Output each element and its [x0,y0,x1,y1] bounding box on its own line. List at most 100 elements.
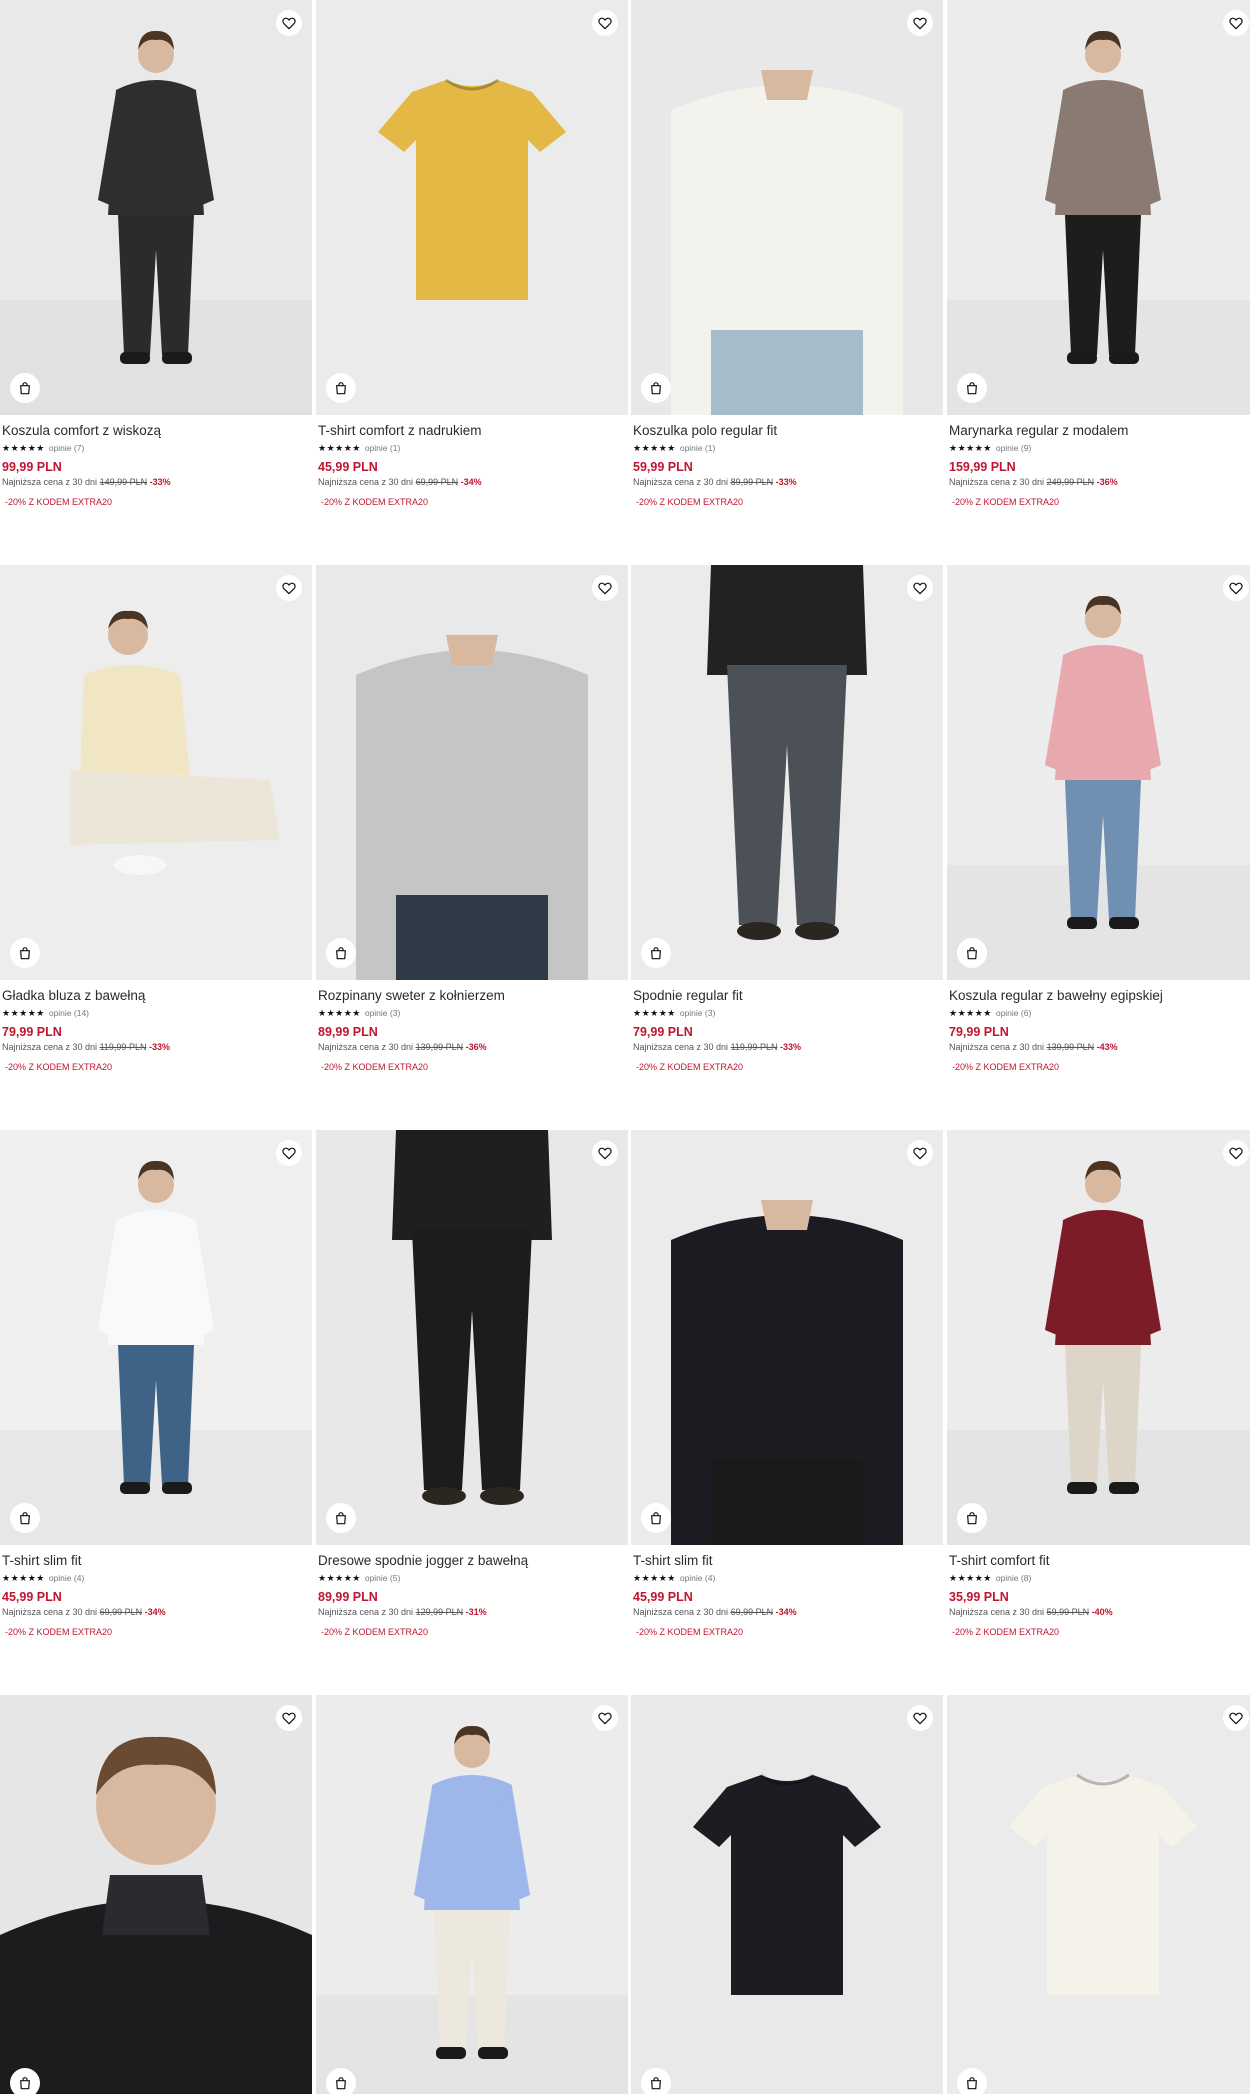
product-name[interactable]: T-shirt comfort z nadrukiem [318,422,626,440]
heart-icon-glyph [1228,580,1244,596]
heart-icon-glyph [597,15,613,31]
review-count[interactable]: opinie (14) [49,1008,89,1018]
heart-icon[interactable] [1223,575,1249,601]
product-name[interactable]: Spodnie regular fit [633,987,941,1005]
review-count[interactable]: opinie (9) [996,443,1031,453]
shopping-bag-icon[interactable] [10,2068,40,2094]
product-image[interactable] [0,565,312,980]
star-icon: ★★★★★ [2,1572,45,1583]
product-photo[interactable] [0,0,312,415]
heart-icon[interactable] [907,1140,933,1166]
heart-icon[interactable] [276,10,302,36]
product-image[interactable] [316,565,628,980]
shopping-bag-icon[interactable] [326,938,356,968]
shopping-bag-icon[interactable] [957,373,987,403]
shopping-bag-icon[interactable] [957,1503,987,1533]
product-photo[interactable] [947,565,1250,980]
product-image[interactable] [0,1695,312,2094]
bag-icon-glyph [17,380,33,396]
heart-icon[interactable] [276,1140,302,1166]
product-name[interactable]: T-shirt slim fit [2,1552,310,1570]
product-name[interactable]: Gładka bluza z bawełną [2,987,310,1005]
shopping-bag-icon[interactable] [326,1503,356,1533]
review-count[interactable]: opinie (7) [49,443,84,453]
product-photo[interactable] [947,0,1250,415]
product-photo[interactable] [631,1695,943,2094]
product-image[interactable] [0,1130,312,1545]
product-name[interactable]: Koszula comfort z wiskozą [2,422,310,440]
heart-icon-glyph [1228,15,1244,31]
shopping-bag-icon[interactable] [326,2068,356,2094]
product-name[interactable]: Koszulka polo regular fit [633,422,941,440]
product-name[interactable]: T-shirt comfort fit [949,1552,1250,1570]
review-count[interactable]: opinie (6) [996,1008,1031,1018]
product-photo[interactable] [947,1130,1250,1545]
product-image[interactable] [631,1130,943,1545]
heart-icon[interactable] [592,1140,618,1166]
product-photo[interactable] [0,1130,312,1545]
heart-icon[interactable] [907,10,933,36]
product-image[interactable] [631,1695,943,2094]
product-image[interactable] [947,1695,1250,2094]
heart-icon[interactable] [907,1705,933,1731]
review-count[interactable]: opinie (1) [680,443,715,453]
review-count[interactable]: opinie (3) [365,1008,400,1018]
shopping-bag-icon[interactable] [326,373,356,403]
product-photo[interactable] [0,1695,312,2094]
review-count[interactable]: opinie (3) [680,1008,715,1018]
bag-icon-glyph [964,380,980,396]
product-photo[interactable] [0,565,312,980]
product-name[interactable]: Rozpinany sweter z kołnierzem [318,987,626,1005]
shopping-bag-icon[interactable] [10,938,40,968]
product-image[interactable] [316,0,628,415]
product-photo[interactable] [316,565,628,980]
shopping-bag-icon[interactable] [957,2068,987,2094]
product-photo[interactable] [316,1695,628,2094]
heart-icon[interactable] [1223,1705,1249,1731]
product-name[interactable]: Koszula regular z bawełny egipskiej [949,987,1250,1005]
heart-icon[interactable] [276,1705,302,1731]
shopping-bag-icon[interactable] [957,938,987,968]
review-count[interactable]: opinie (8) [996,1573,1031,1583]
shopping-bag-icon[interactable] [10,373,40,403]
product-photo[interactable] [316,1130,628,1545]
product-image[interactable] [947,1130,1250,1545]
product-image[interactable] [631,565,943,980]
product-photo[interactable] [631,565,943,980]
heart-icon[interactable] [1223,1140,1249,1166]
shopping-bag-icon[interactable] [641,2068,671,2094]
product-image[interactable] [0,0,312,415]
bag-icon-glyph [648,945,664,961]
product-photo[interactable] [316,0,628,415]
heart-icon[interactable] [592,10,618,36]
product-image[interactable] [631,0,943,415]
heart-icon[interactable] [1223,10,1249,36]
product-image[interactable] [947,0,1250,415]
heart-icon-glyph [912,1145,928,1161]
shopping-bag-icon[interactable] [641,373,671,403]
product-image[interactable] [316,1130,628,1545]
shopping-bag-icon[interactable] [641,1503,671,1533]
shopping-bag-icon[interactable] [641,938,671,968]
product-price: 45,99 PLN [2,1590,62,1604]
product-image[interactable] [316,1695,628,2094]
review-count[interactable]: opinie (5) [365,1573,400,1583]
product-name[interactable]: Dresowe spodnie jogger z bawełną [318,1552,626,1570]
product-photo[interactable] [947,1695,1250,2094]
review-count[interactable]: opinie (1) [365,443,400,453]
heart-icon[interactable] [276,575,302,601]
product-image[interactable] [947,565,1250,980]
discount-badge: -34% [775,1607,797,1617]
heart-icon[interactable] [592,575,618,601]
shopping-bag-icon[interactable] [10,1503,40,1533]
heart-icon[interactable] [907,575,933,601]
heart-icon[interactable] [592,1705,618,1731]
product-price: 59,99 PLN [633,460,693,474]
discount-badge: -34% [460,477,482,487]
product-name[interactable]: T-shirt slim fit [633,1552,941,1570]
product-photo[interactable] [631,0,943,415]
product-name[interactable]: Marynarka regular z modalem [949,422,1250,440]
review-count[interactable]: opinie (4) [680,1573,715,1583]
product-photo[interactable] [631,1130,943,1545]
review-count[interactable]: opinie (4) [49,1573,84,1583]
